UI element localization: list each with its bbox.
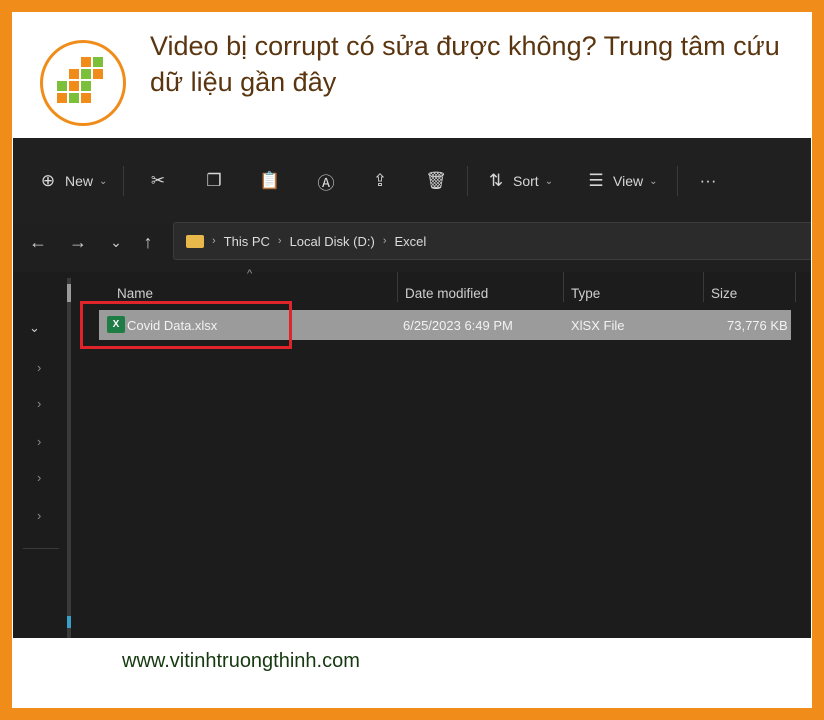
paste-button[interactable]: 📋: [259, 168, 281, 194]
brand-logo: [40, 40, 126, 126]
command-bar: ⊕ New ⌄ ✂ ❐ 📋 Ⓐ ⇪ 🗑 ⇅ Sort ⌄ ☰ View ⌄ ··…: [13, 138, 811, 224]
sort-icon: ⇅: [488, 171, 504, 190]
toolbar-divider: [467, 166, 468, 196]
new-label: New: [65, 173, 94, 189]
chevron-right-icon: ›: [212, 235, 216, 247]
chevron-down-icon[interactable]: ⌄: [29, 320, 40, 336]
chevron-down-icon: ⌄: [544, 175, 554, 187]
breadcrumb-excel[interactable]: Excel: [395, 234, 427, 249]
chevron-right-icon: ›: [382, 235, 387, 247]
scrollbar-thumb[interactable]: [67, 284, 71, 302]
delete-button[interactable]: 🗑: [425, 168, 447, 194]
logo-pixel: [69, 69, 79, 79]
chevron-right-icon[interactable]: ›: [37, 470, 41, 485]
logo-pixel: [81, 69, 91, 79]
logo-pixel: [93, 69, 103, 79]
copy-icon: ❐: [206, 171, 222, 190]
website-url[interactable]: www.vitinhtruongthinh.com: [122, 650, 360, 673]
chevron-right-icon[interactable]: ›: [37, 396, 41, 411]
file-type: XlSX File: [571, 318, 625, 333]
share-button[interactable]: ⇪: [369, 168, 391, 194]
back-button[interactable]: ←: [27, 232, 49, 253]
highlight-box: [80, 301, 292, 349]
cut-icon: ✂: [150, 171, 166, 190]
logo-pixel: [93, 57, 103, 67]
column-header-type[interactable]: Type: [571, 286, 600, 301]
chevron-down-icon: ⌄: [99, 175, 108, 187]
view-list-icon: ☰: [588, 171, 604, 190]
column-header-name[interactable]: Name: [117, 286, 153, 301]
chevron-right-icon: ›: [277, 235, 282, 247]
sort-label: Sort: [513, 173, 539, 189]
logo-pixel: [81, 81, 91, 91]
chevron-right-icon[interactable]: ›: [37, 360, 41, 375]
plus-circle-icon: ⊕: [40, 171, 56, 190]
logo-pixel: [81, 93, 91, 103]
logo-pixel: [57, 81, 67, 91]
up-button[interactable]: ↑: [137, 232, 159, 253]
toolbar-divider: [677, 166, 678, 196]
sort-ascending-icon: ^: [247, 268, 253, 280]
toolbar-divider: [123, 166, 124, 196]
address-bar[interactable]: › This PC › Local Disk (D:) › Excel: [173, 222, 811, 260]
chevron-down-icon: ⌄: [649, 175, 658, 187]
share-icon: ⇪: [372, 171, 388, 190]
column-header-size[interactable]: Size: [711, 286, 737, 301]
recent-locations-button[interactable]: ⌄: [105, 234, 127, 251]
logo-pixel: [81, 57, 91, 67]
arrow-right-icon: →: [69, 232, 87, 252]
pane-scrollbar[interactable]: [67, 278, 71, 638]
column-divider[interactable]: [563, 272, 564, 302]
sort-button[interactable]: ⇅ Sort ⌄: [485, 168, 553, 194]
more-icon: ···: [699, 171, 717, 190]
column-divider[interactable]: [795, 272, 796, 302]
delete-icon: 🗑: [425, 171, 447, 190]
logo-pixel: [69, 81, 79, 91]
forward-button[interactable]: →: [67, 232, 89, 253]
file-size: 73,776 KB: [727, 318, 788, 333]
arrow-left-icon: ←: [29, 232, 47, 252]
pane-divider: [23, 548, 59, 549]
breadcrumb-local-disk[interactable]: Local Disk (D:): [290, 234, 375, 249]
copy-button[interactable]: ❐: [203, 168, 225, 194]
column-divider[interactable]: [703, 272, 704, 302]
logo-pixel: [69, 93, 79, 103]
rename-icon: Ⓐ: [317, 173, 335, 193]
breadcrumb-this-pc[interactable]: This PC: [224, 234, 270, 249]
file-date: 6/25/2023 6:49 PM: [403, 318, 513, 333]
more-options-button[interactable]: ···: [697, 168, 719, 194]
view-button[interactable]: ☰ View ⌄: [585, 168, 657, 194]
chevron-right-icon[interactable]: ›: [37, 434, 41, 449]
folder-icon: [186, 234, 204, 248]
file-explorer-screenshot: ⊕ New ⌄ ✂ ❐ 📋 Ⓐ ⇪ 🗑 ⇅ Sort ⌄ ☰ View ⌄ ··…: [13, 138, 811, 638]
rename-button[interactable]: Ⓐ: [315, 168, 337, 194]
arrow-up-icon: ↑: [143, 232, 153, 252]
chevron-right-icon[interactable]: ›: [37, 508, 41, 523]
logo-pixel: [57, 93, 67, 103]
paste-icon: 📋: [259, 171, 281, 190]
chevron-down-icon: ⌄: [110, 234, 122, 250]
scrollbar-thumb[interactable]: [67, 616, 71, 628]
column-divider[interactable]: [397, 272, 398, 302]
view-label: View: [613, 173, 644, 189]
cut-button[interactable]: ✂: [147, 168, 169, 194]
new-button[interactable]: ⊕ New ⌄: [37, 168, 108, 194]
headline: Video bị corrupt có sửa được không? Trun…: [150, 31, 780, 97]
column-header-date[interactable]: Date modified: [405, 286, 488, 301]
